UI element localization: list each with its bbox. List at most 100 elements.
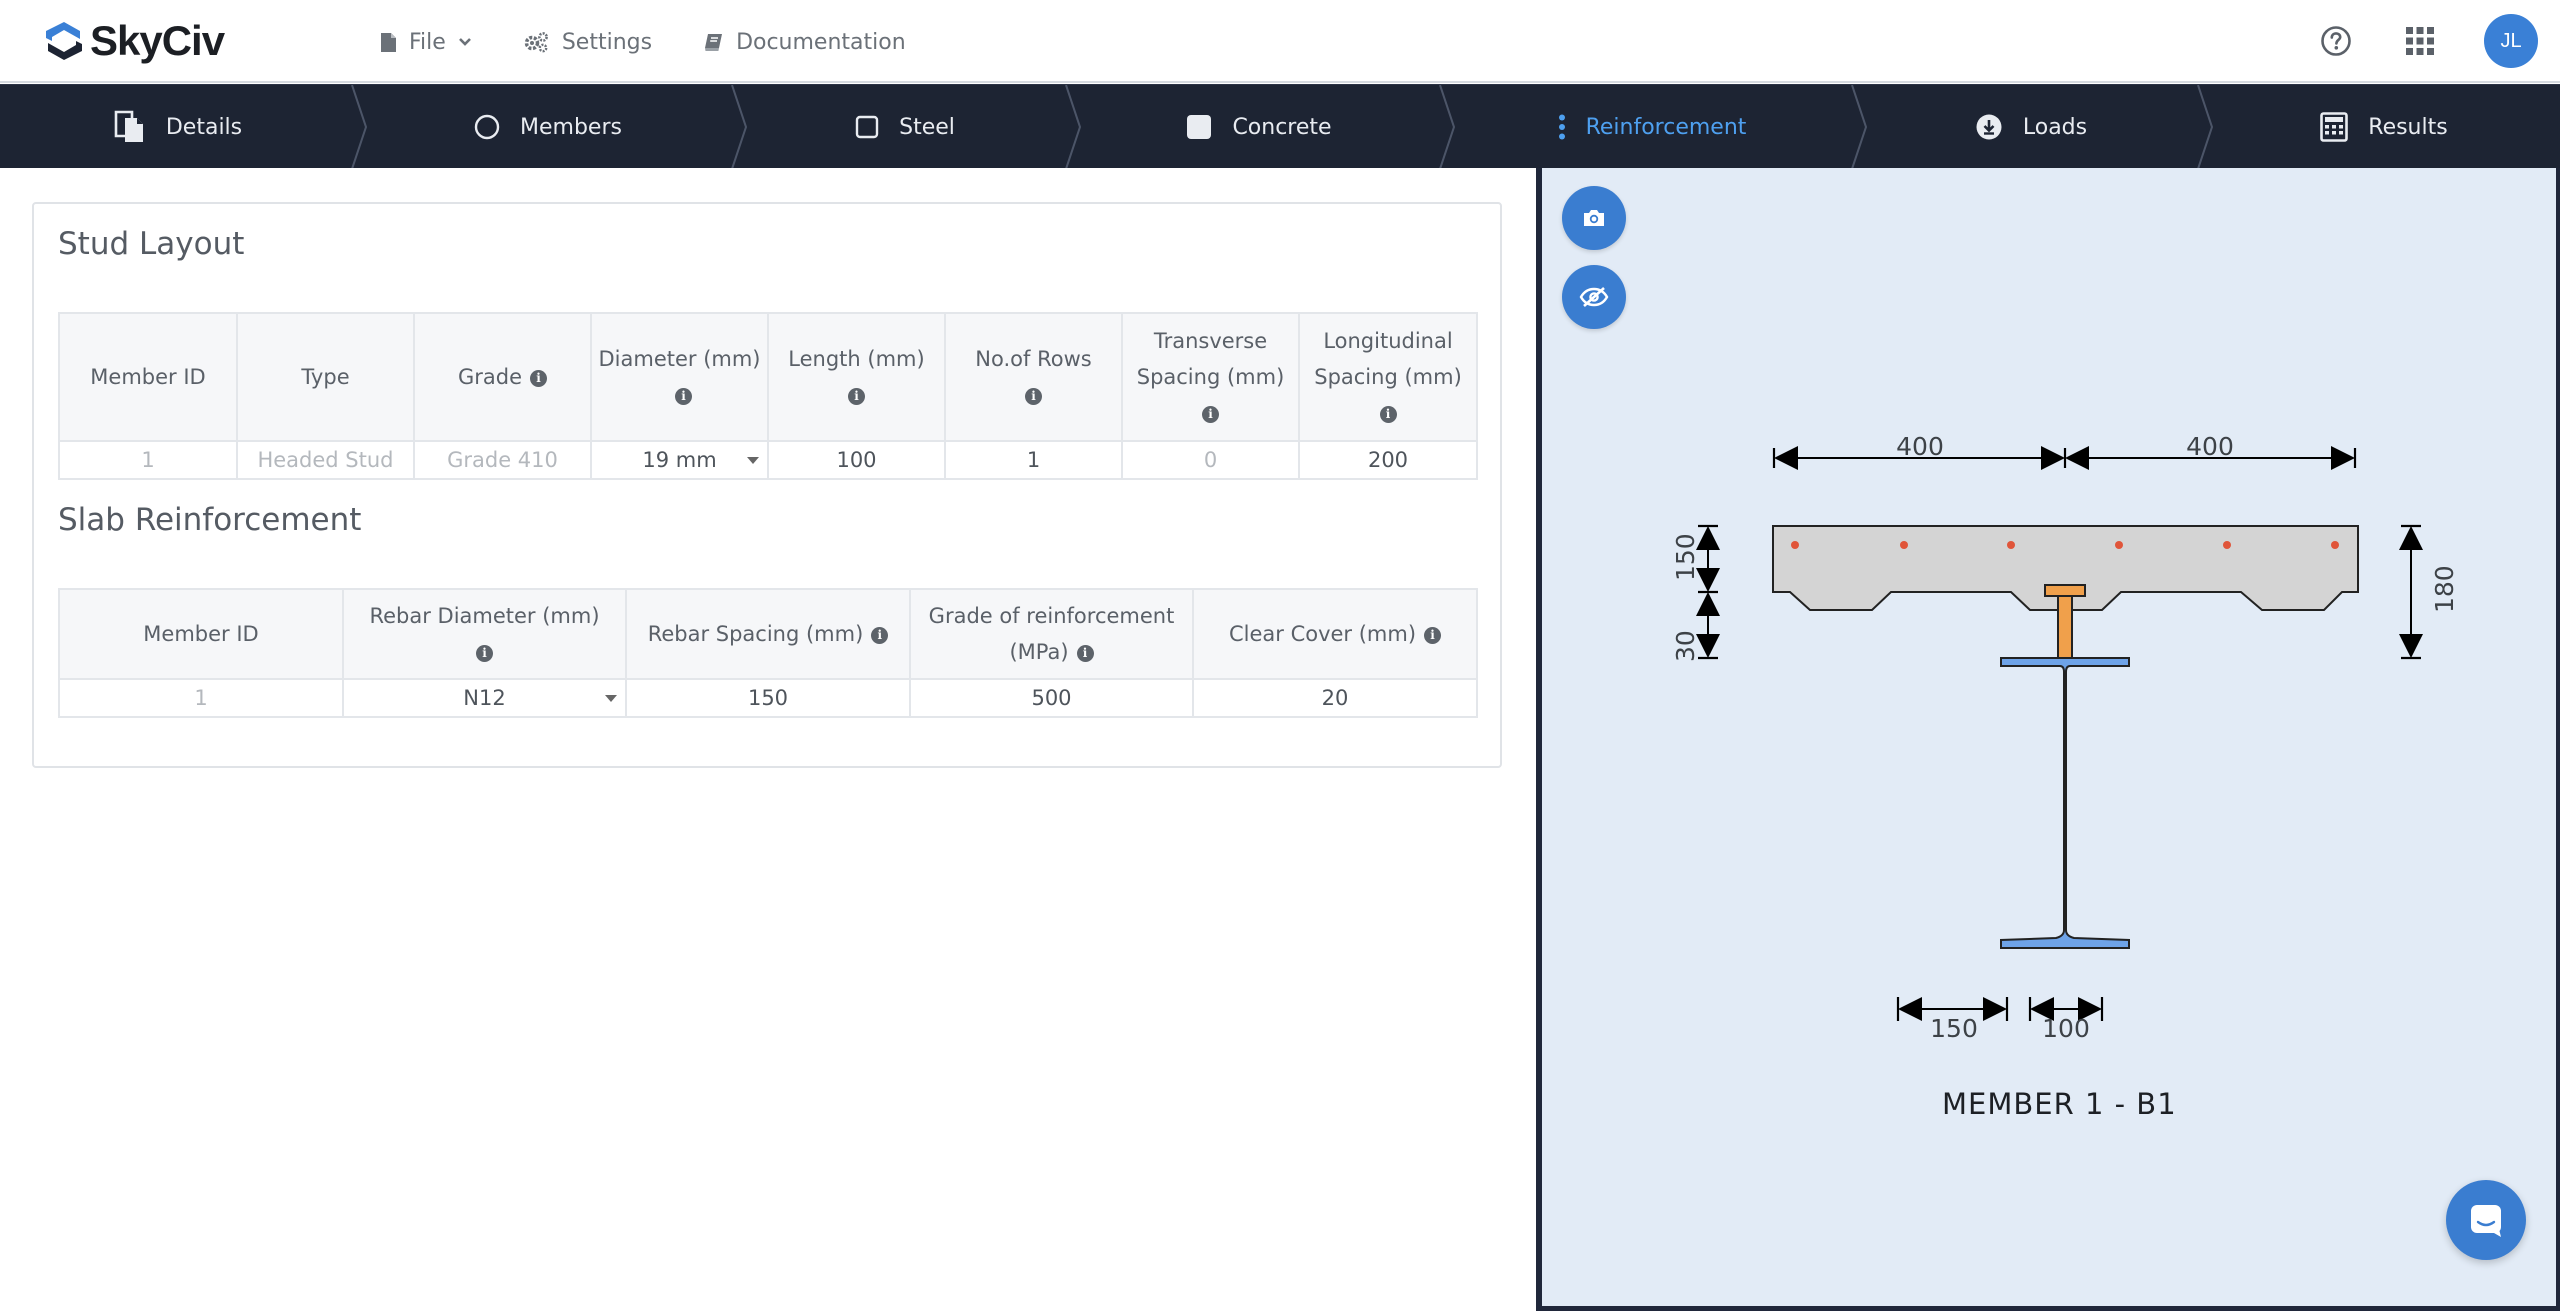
file-menu[interactable]: File [380, 22, 472, 62]
top-nav: File Settings Documentation [380, 22, 958, 62]
col-rows: No.of Rows i [944, 312, 1123, 442]
info-icon[interactable]: i [871, 626, 889, 644]
input-panel: Stud Layout Member ID Type Grade i Diamet… [0, 168, 1536, 1311]
col-rebar-diameter: Rebar Diameter (mm) i [342, 588, 627, 680]
dropdown-caret-icon [605, 695, 617, 702]
top-bar: SkyCiv File Settings Documentation JL [0, 0, 2560, 83]
col-diameter: Diameter (mm)i [590, 312, 769, 442]
rebar-diameter-select[interactable]: N12 [342, 678, 627, 718]
top-width-dimension: 400 400 [1772, 432, 2357, 470]
transverse-spacing-input[interactable]: 0 [1121, 440, 1300, 480]
grid-icon [2406, 27, 2434, 55]
info-icon[interactable]: i [1424, 626, 1442, 644]
stud-header-row: Member ID Type Grade i Diameter (mm)i Len… [58, 312, 1478, 442]
dim-left-width: 400 [1896, 432, 1944, 461]
square-filled-icon [1186, 114, 1212, 140]
col-type: Type [236, 312, 415, 442]
composite-section-drawing: 400 400 150 30 180 150 100 [1671, 432, 2459, 1043]
help-circle-icon [2321, 26, 2351, 56]
step-members[interactable]: Members [362, 85, 734, 169]
dim-slab-depth: 150 [1671, 533, 1700, 581]
info-icon[interactable]: i [1025, 387, 1042, 405]
bottom-dimension: 150 100 [1896, 997, 2104, 1043]
square-outline-icon [855, 115, 879, 139]
reinforcement-grade-input[interactable]: 500 [909, 678, 1194, 718]
info-icon[interactable]: i [675, 387, 692, 405]
details-icon [114, 110, 146, 144]
dim-total-depth: 180 [2430, 565, 2459, 613]
col-member-id: Member ID [58, 312, 238, 442]
stud-grade-cell: Grade 410 [413, 440, 592, 480]
file-menu-label: File [409, 29, 446, 55]
step-loads-label: Loads [2022, 114, 2088, 140]
dim-flange: 150 [1930, 1014, 1978, 1043]
skyciv-logo[interactable]: SkyCiv [42, 16, 225, 66]
info-icon[interactable]: i [530, 369, 548, 387]
stud-layout-title: Stud Layout [58, 226, 245, 262]
book-icon [705, 34, 723, 51]
info-icon[interactable]: i [1202, 405, 1219, 423]
top-right-actions: JL [2316, 14, 2538, 68]
user-avatar[interactable]: JL [2484, 14, 2538, 68]
diameter-value: 19 mm [642, 448, 717, 472]
longitudinal-spacing-input[interactable]: 200 [1298, 440, 1478, 480]
workflow-steps: Details Members Steel Concrete Reinforce… [0, 84, 2560, 169]
skyciv-logo-icon [46, 22, 82, 60]
gears-icon [524, 32, 548, 53]
info-icon[interactable]: i [476, 644, 493, 662]
canvas-border [1536, 1306, 2560, 1311]
step-concrete[interactable]: Concrete [1076, 85, 1442, 169]
help-button[interactable] [2316, 21, 2356, 61]
rebar-diameter-value: N12 [463, 686, 506, 710]
table-row: 1 N12 150 500 20 [58, 678, 1478, 718]
slab-header-row: Member ID Rebar Diameter (mm) i Rebar Spa… [58, 588, 1478, 680]
chat-button[interactable] [2446, 1180, 2526, 1260]
step-details-label: Details [165, 114, 243, 140]
dim-right-width: 400 [2186, 432, 2234, 461]
length-input[interactable]: 100 [767, 440, 946, 480]
col-rebar-spacing: Rebar Spacing (mm) i [625, 588, 911, 680]
left-depth-dimension: 150 30 [1671, 524, 1720, 662]
rebar-spacing-input[interactable]: 150 [625, 678, 911, 718]
col-member-id: Member ID [58, 588, 344, 680]
step-members-label: Members [520, 114, 622, 140]
slab-member-id-cell: 1 [58, 678, 344, 718]
clear-cover-input[interactable]: 20 [1192, 678, 1478, 718]
step-concrete-label: Concrete [1232, 114, 1332, 140]
settings-menu-label: Settings [561, 29, 653, 55]
step-loads[interactable]: Loads [1862, 85, 2200, 169]
step-reinforcement-label: Reinforcement [1585, 114, 1747, 140]
table-row: 1 Headed Stud Grade 410 19 mm 100 1 0 20… [58, 440, 1478, 480]
step-results[interactable]: Results [2208, 85, 2560, 169]
vertical-dots-icon [1558, 114, 1566, 140]
shear-stud [2044, 584, 2086, 659]
dim-rib-depth: 30 [1671, 630, 1700, 662]
steel-i-beam [2000, 657, 2130, 949]
documentation-label: Documentation [736, 29, 906, 55]
stud-type-cell: Headed Stud [236, 440, 415, 480]
rows-input[interactable]: 1 [944, 440, 1123, 480]
right-depth-dimension: 180 [2399, 524, 2459, 660]
info-icon[interactable]: i [848, 387, 865, 405]
step-results-label: Results [2368, 114, 2448, 140]
chat-icon [2471, 1205, 2501, 1237]
col-longitudinal-spacing: Longitudinal Spacing (mm) i [1298, 312, 1478, 442]
chevron-down-icon [458, 38, 471, 46]
step-details[interactable]: Details [0, 85, 356, 169]
diameter-select[interactable]: 19 mm [590, 440, 769, 480]
apps-grid-button[interactable] [2400, 21, 2440, 61]
documentation-link[interactable]: Documentation [704, 22, 906, 62]
settings-menu[interactable]: Settings [524, 22, 652, 62]
stud-layout-table: Member ID Type Grade i Diameter (mm)i Len… [58, 312, 1478, 480]
col-grade: Grade i [413, 312, 592, 442]
step-reinforcement[interactable]: Reinforcement [1450, 85, 1854, 169]
calculator-icon [2320, 112, 2349, 142]
download-circle-icon [1975, 113, 2003, 141]
info-icon[interactable]: i [1379, 405, 1397, 423]
step-steel[interactable]: Steel [742, 85, 1068, 169]
col-transverse-spacing: Transverse Spacing (mm) i [1121, 312, 1300, 442]
col-grade-reinforcement: Grade of reinforcement (MPa) i [909, 588, 1194, 680]
info-icon[interactable]: i [1076, 644, 1094, 662]
step-steel-label: Steel [899, 114, 955, 140]
member-label: MEMBER 1 - B1 [1942, 1087, 2177, 1121]
